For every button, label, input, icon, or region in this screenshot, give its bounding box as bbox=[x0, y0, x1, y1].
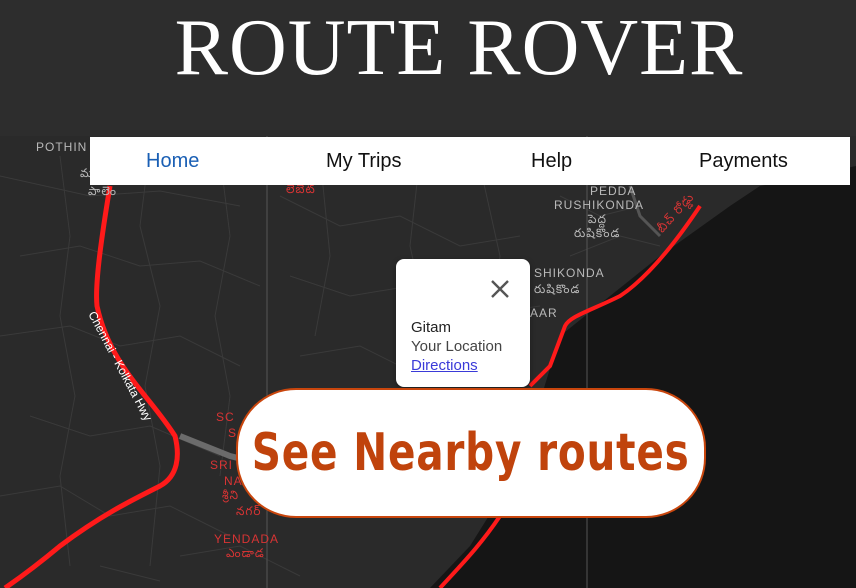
map-label-yendada: YENDADA bbox=[214, 532, 280, 546]
nav-item-payments[interactable]: Payments bbox=[699, 137, 788, 185]
app-header: ROUTE ROVER bbox=[0, 0, 856, 136]
map-info-window: Gitam Your Location Directions bbox=[396, 259, 530, 387]
map-label-pedda: PEDDA bbox=[590, 184, 637, 198]
map-label-rushikonda-te: రుషికొండ bbox=[574, 226, 621, 240]
map-label-yendada-te: ఎండాడ bbox=[226, 546, 265, 560]
map-label-rushikonda: RUSHIKONDA bbox=[554, 198, 645, 212]
see-nearby-routes-label: See Nearby routes bbox=[252, 423, 690, 483]
map-label-sc: SC bbox=[216, 410, 235, 424]
map-label-aar: AAR bbox=[530, 306, 558, 320]
map-label-rushikonda2-te: రుషికొండ bbox=[534, 282, 581, 296]
map-label-rushikonda2: SHIKONDA bbox=[534, 266, 605, 280]
see-nearby-routes-button[interactable]: See Nearby routes bbox=[236, 388, 706, 518]
map-label-sri: SRI bbox=[210, 458, 234, 472]
map-label-palem-te: పాలెం bbox=[88, 184, 117, 198]
main-nav: Home My Trips Help Payments bbox=[90, 137, 850, 185]
map-label-pothin: POTHIN bbox=[36, 140, 88, 154]
map-label-s: S bbox=[228, 426, 238, 440]
nav-item-home[interactable]: Home bbox=[146, 137, 199, 185]
nav-item-help[interactable]: Help bbox=[531, 137, 572, 185]
info-place-name: Gitam bbox=[411, 319, 452, 336]
app-title: ROUTE ROVER bbox=[174, 4, 744, 92]
nav-item-my-trips[interactable]: My Trips bbox=[326, 137, 402, 185]
map-label-sri-te: శ్రీని bbox=[222, 488, 240, 502]
map-label-nagar-te: నగర్ bbox=[236, 504, 262, 518]
close-icon[interactable] bbox=[488, 277, 512, 301]
highway-label: Chennai - Kolkata Hwy bbox=[85, 309, 155, 423]
directions-link[interactable]: Directions bbox=[411, 357, 478, 374]
highway-route bbox=[3, 185, 180, 588]
info-place-subtitle: Your Location bbox=[411, 338, 503, 355]
